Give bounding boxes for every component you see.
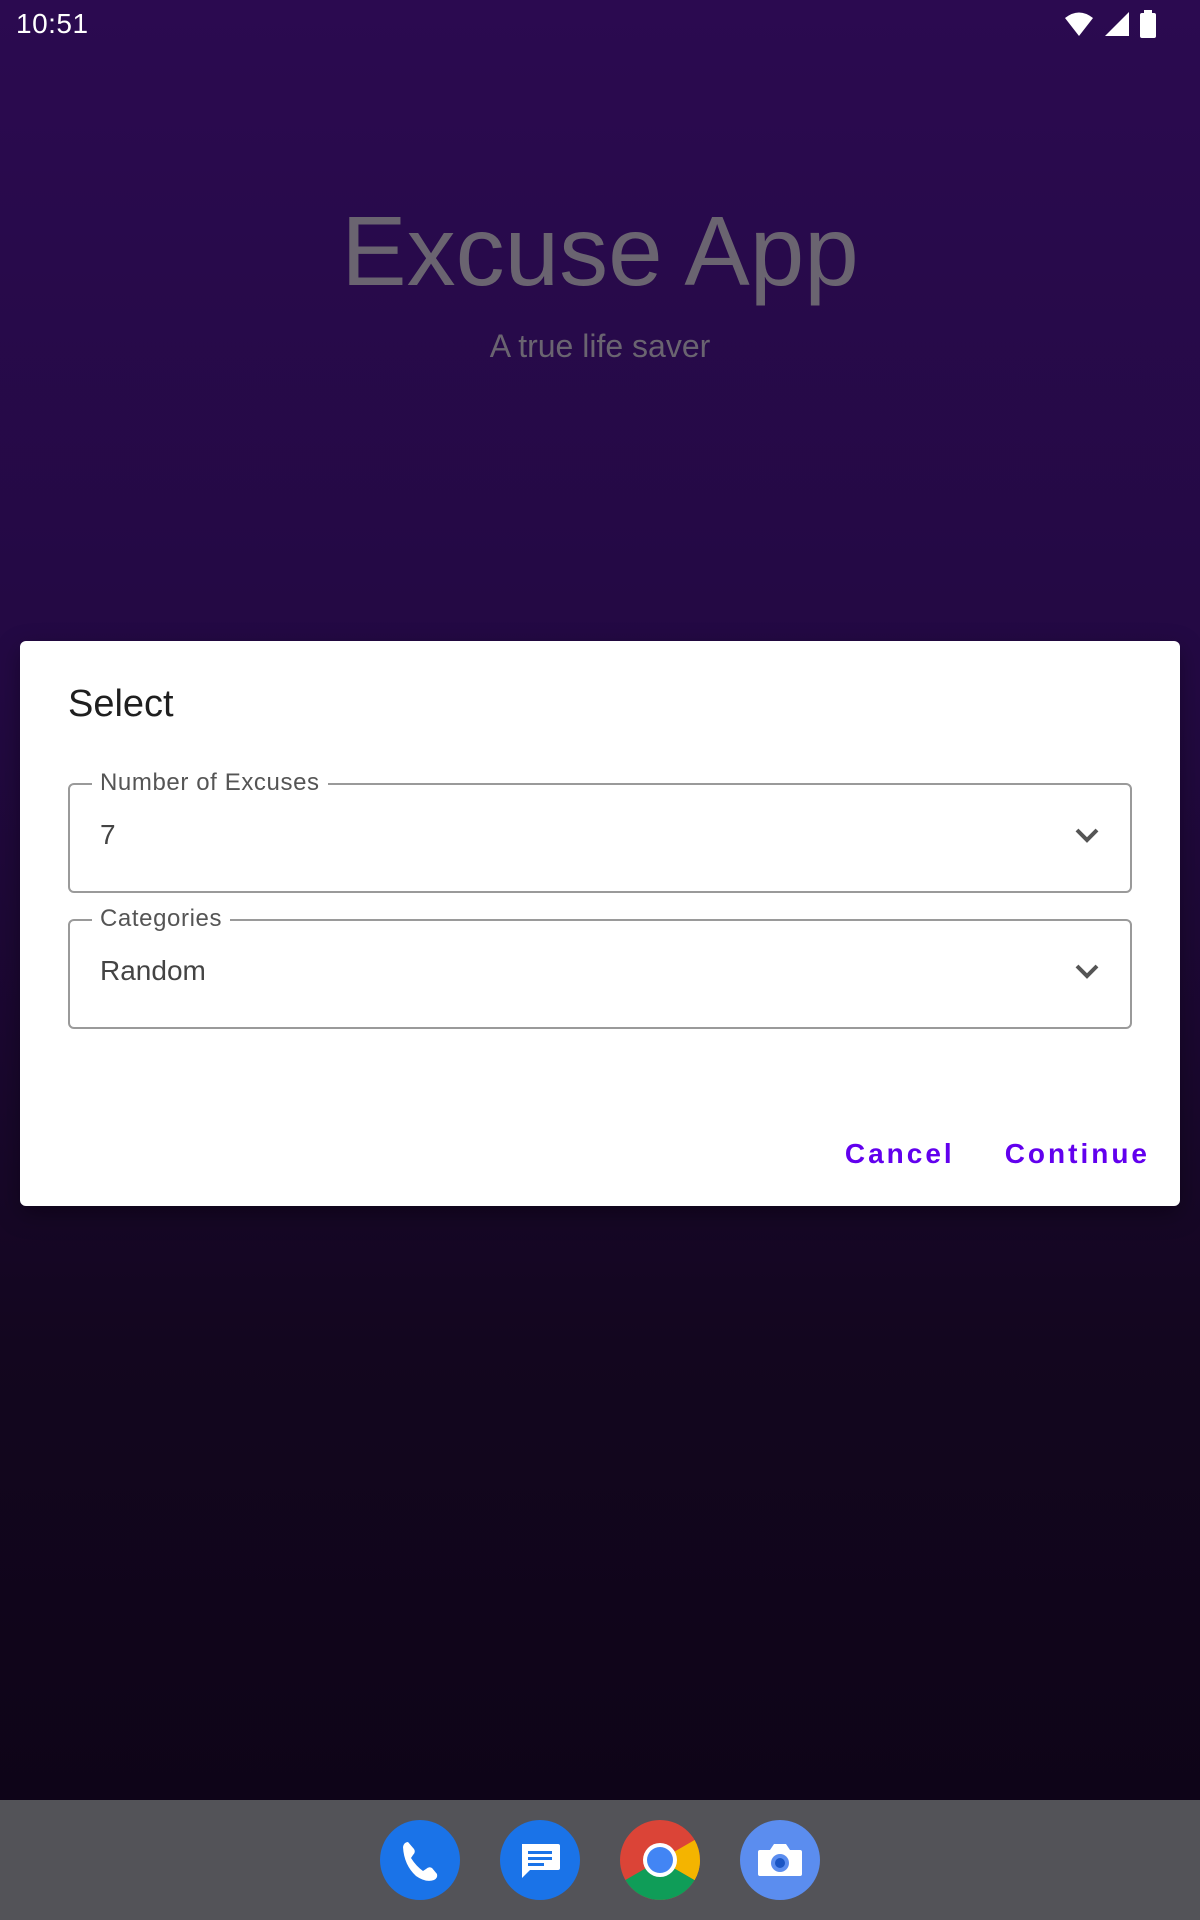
continue-button[interactable]: Continue xyxy=(1005,1138,1150,1170)
camera-icon[interactable] xyxy=(740,1820,820,1900)
cellular-signal-icon xyxy=(1105,12,1129,36)
number-of-excuses-value: 7 xyxy=(100,819,116,850)
categories-dropdown[interactable]: Categories Random xyxy=(68,905,1132,1029)
number-of-excuses-label: Number of Excuses xyxy=(92,769,328,797)
select-dialog: Select Number of Excuses 7 Categories Ra… xyxy=(20,641,1180,1206)
app-subtitle: A true life saver xyxy=(489,328,711,364)
categories-label: Categories xyxy=(92,905,231,933)
chrome-icon[interactable] xyxy=(620,1820,700,1900)
battery-icon xyxy=(1140,10,1156,38)
status-icons xyxy=(1064,10,1156,38)
app-title: Excuse App xyxy=(341,196,859,306)
status-time: 10:51 xyxy=(16,8,89,39)
dialog-actions: Cancel Continue xyxy=(845,1138,1150,1170)
number-of-excuses-dropdown[interactable]: Number of Excuses 7 xyxy=(68,769,1132,893)
chevron-down-icon xyxy=(1075,964,1099,979)
messages-icon[interactable] xyxy=(500,1820,580,1900)
wifi-icon xyxy=(1065,12,1093,36)
app-dock xyxy=(0,1800,1200,1920)
status-bar: 10:51 xyxy=(0,0,1200,52)
chevron-down-icon xyxy=(1075,828,1099,843)
cancel-button[interactable]: Cancel xyxy=(845,1138,955,1170)
dialog-title: Select xyxy=(68,683,174,725)
phone-icon[interactable] xyxy=(380,1820,460,1900)
categories-value: Random xyxy=(100,955,206,986)
